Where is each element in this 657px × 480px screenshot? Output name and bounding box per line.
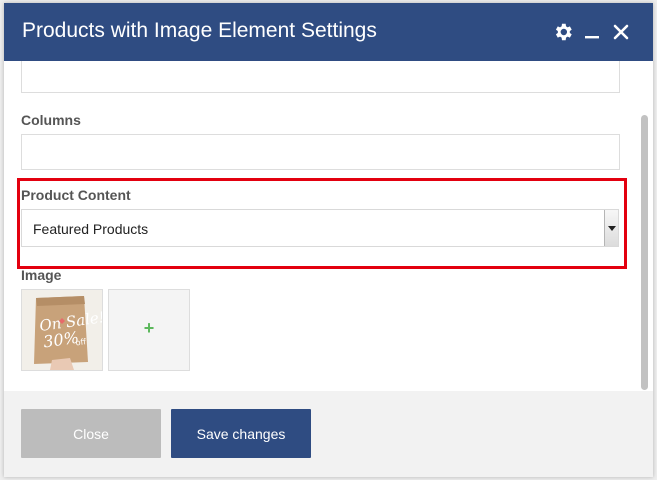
minimize-icon[interactable]	[581, 21, 603, 43]
top-text-input[interactable]	[21, 61, 620, 93]
save-changes-button[interactable]: Save changes	[171, 409, 311, 458]
settings-modal: Products with Image Element Settings Col…	[4, 3, 653, 477]
gear-icon[interactable]	[552, 21, 574, 43]
modal-title: Products with Image Element Settings	[22, 19, 377, 42]
close-icon[interactable]	[610, 21, 632, 43]
plus-icon: +	[143, 318, 155, 338]
product-content-label: Product Content	[21, 187, 131, 203]
modal-footer: Close Save changes	[4, 391, 653, 477]
columns-label: Columns	[21, 112, 81, 128]
product-content-select[interactable]: Featured Products	[21, 209, 619, 247]
columns-input[interactable]	[21, 134, 620, 170]
product-content-selected: Featured Products	[33, 221, 149, 237]
close-button[interactable]: Close	[21, 409, 161, 458]
scrollbar-track[interactable]	[641, 65, 648, 390]
add-image-button[interactable]: +	[108, 289, 190, 371]
modal-header: Products with Image Element Settings	[4, 3, 653, 61]
chevron-down-icon[interactable]	[604, 210, 618, 246]
image-thumbnail[interactable]: On Sale! 30% off	[21, 289, 103, 371]
thumbnail-line3: off	[75, 337, 87, 347]
modal-body: Columns Product Content Featured Product…	[4, 61, 653, 391]
scrollbar-thumb[interactable]	[641, 115, 648, 390]
image-label: Image	[21, 267, 62, 283]
